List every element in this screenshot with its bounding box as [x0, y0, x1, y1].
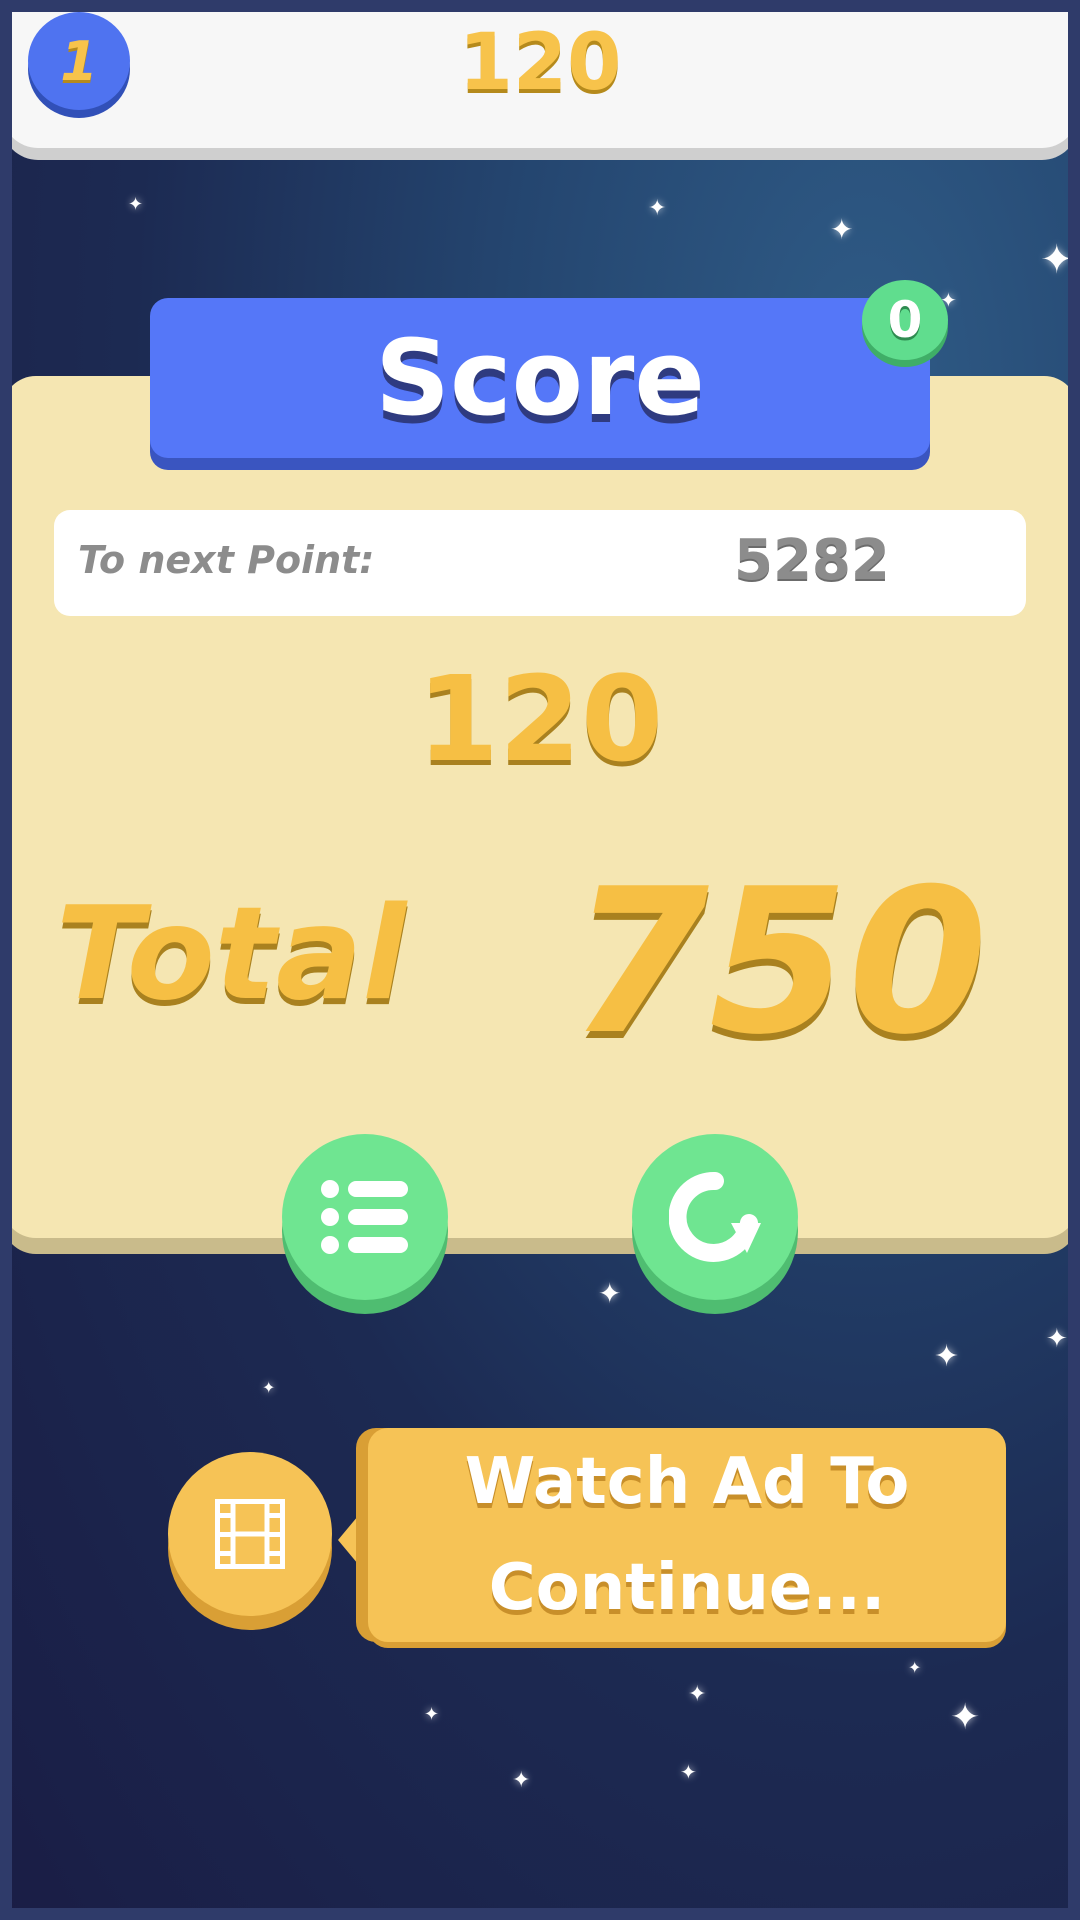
star-icon: ✦ — [688, 1682, 707, 1707]
star-icon: ✦ — [830, 213, 854, 246]
watch-ad-icon-button[interactable] — [168, 1452, 332, 1616]
ad-pointer — [338, 1504, 368, 1576]
replay-button[interactable] — [632, 1134, 798, 1300]
film-icon — [215, 1499, 285, 1569]
next-point-box: To next Point: 5282 — [54, 510, 1026, 616]
star-icon: ✦ — [262, 1378, 276, 1397]
top-score: 120 — [458, 18, 622, 108]
star-icon: ✦ — [1046, 1324, 1068, 1354]
next-point-value: 5282 — [734, 528, 890, 593]
star-icon: ✦ — [648, 196, 667, 221]
star-icon: ✦ — [128, 194, 144, 215]
star-icon: ✦ — [950, 1697, 981, 1738]
replay-icon — [669, 1171, 761, 1262]
total-label: Total — [56, 880, 407, 1029]
star-icon: ✦ — [598, 1277, 622, 1310]
star-icon: ✦ — [908, 1658, 922, 1677]
watch-ad-label-line1: Watch Ad To — [464, 1445, 910, 1519]
total-value: 750 — [570, 846, 988, 1079]
score-title: Score — [375, 317, 705, 439]
star-icon: ✦ — [680, 1760, 697, 1784]
menu-button[interactable] — [282, 1134, 448, 1300]
top-bar: 1 120 — [2, 0, 1078, 148]
watch-ad-button[interactable]: Watch Ad To Continue... — [368, 1428, 1006, 1642]
next-point-label: To next Point: — [78, 538, 375, 582]
round-score: 120 — [416, 650, 664, 788]
star-icon: ✦ — [512, 1768, 531, 1793]
list-icon — [321, 1180, 408, 1254]
star-icon: ✦ — [1040, 237, 1074, 283]
score-header: Score — [150, 298, 930, 458]
count-badge-value: 0 — [887, 291, 923, 349]
watch-ad-label: Watch Ad To Continue... — [465, 1429, 910, 1641]
score-panel — [2, 376, 1078, 1238]
star-icon: ✦ — [934, 1339, 960, 1374]
count-badge: 0 — [862, 280, 948, 360]
star-icon: ✦ — [424, 1704, 440, 1725]
watch-ad-label-line2: Continue... — [488, 1551, 886, 1625]
